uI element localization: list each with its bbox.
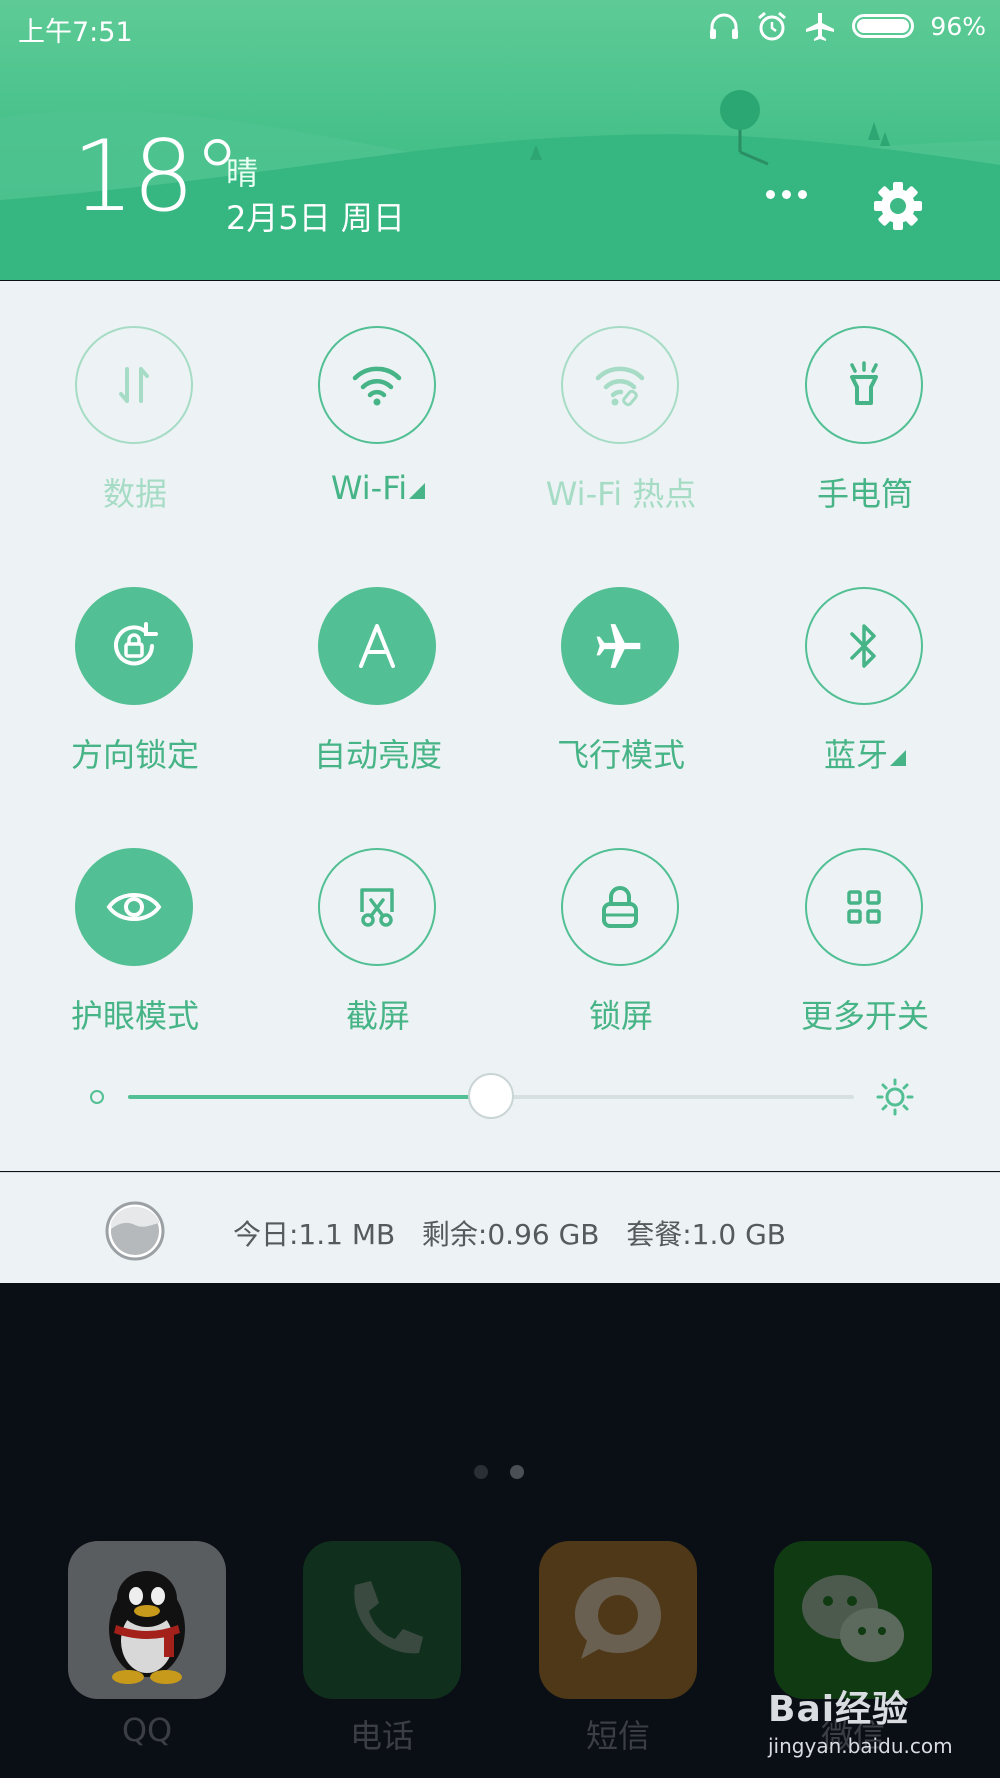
toggle-lock-screen[interactable]: 锁屏: [531, 848, 711, 1048]
toggle-circle: [805, 326, 923, 444]
toggle-label: 更多开关: [800, 997, 929, 1035]
page-dot: [474, 1465, 488, 1479]
watermark-url: jingyan.baidu.com: [768, 1734, 953, 1758]
toggle-label: Wi-Fi: [268, 469, 488, 507]
page-indicator: [474, 1465, 524, 1479]
dock-app-phone[interactable]: [303, 1541, 461, 1699]
grid-icon: [847, 890, 881, 924]
screenshot-icon: [360, 888, 394, 927]
toggle-label: 护眼模式: [70, 997, 199, 1035]
toggle-circle: [561, 587, 679, 705]
toggle-more-switches[interactable]: 更多开关: [775, 848, 955, 1048]
brightness-slider[interactable]: [0, 1073, 1000, 1127]
battery-icon: [852, 14, 915, 38]
bluetooth-icon: [850, 624, 876, 668]
bluetooth-label: 蓝牙: [823, 736, 888, 774]
airplane-mode-icon: [806, 13, 835, 41]
status-time: 上午7:51: [18, 17, 133, 48]
data-usage-gauge-icon: [105, 1201, 165, 1261]
expand-triangle-icon: [890, 750, 906, 766]
toggle-circle: [75, 326, 193, 444]
toggle-circle: [75, 848, 193, 966]
hotspot-icon: [595, 366, 645, 407]
toggle-label: 锁屏: [588, 997, 653, 1035]
notification-header: 上午7:51 96% 18° 晴 2月5日 周日: [0, 0, 1000, 280]
toggle-rotation-lock[interactable]: 方向锁定: [45, 587, 225, 787]
toggle-circle: [318, 326, 436, 444]
dock-label: 短信: [585, 1717, 650, 1755]
status-icons: 96%: [708, 10, 986, 42]
toggle-circle: [318, 587, 436, 705]
alarm-icon: [758, 11, 787, 41]
dock-label: QQ: [121, 1711, 173, 1749]
mobile-data-icon: [119, 367, 149, 403]
expand-triangle-icon: [409, 483, 426, 499]
gear-icon[interactable]: [872, 180, 924, 232]
toggle-hotspot[interactable]: Wi-Fi 热点: [531, 326, 711, 526]
slider-thumb[interactable]: [468, 1073, 514, 1119]
toggle-eye-care[interactable]: 护眼模式: [45, 848, 225, 1048]
baidu-jingyan-watermark: Bai经验 jingyan.baidu.com: [768, 1680, 953, 1758]
rotation-lock-icon: [114, 622, 158, 666]
page-dot-active: [510, 1465, 524, 1479]
watermark-brand: Bai经验: [768, 1689, 910, 1730]
toggle-circle: [561, 848, 679, 966]
home-screen-background: QQ 电话 短信 微信 Bai经验 jingyan.baidu.com: [0, 1283, 1000, 1778]
phone-icon: [354, 1581, 423, 1654]
data-usage-text: 今日:1.1 MB 剩余:0.96 GB 套餐:1.0 GB: [233, 1218, 786, 1251]
slider-track[interactable]: [128, 1073, 854, 1119]
lock-icon: [602, 886, 638, 928]
airplane-icon: [596, 624, 641, 668]
wifi-label: Wi-Fi: [330, 469, 408, 507]
toggle-circle: [561, 326, 679, 444]
brightness-high-icon: [876, 1078, 914, 1116]
date-label: 2月5日 周日: [226, 199, 405, 237]
battery-percent: 96%: [930, 11, 986, 41]
brightness-low-icon: [90, 1090, 104, 1104]
toggle-wifi[interactable]: Wi-Fi: [288, 326, 468, 526]
toggle-circle: [318, 848, 436, 966]
toggle-label: 截屏: [345, 997, 410, 1035]
dock-app-messages[interactable]: [539, 1541, 697, 1699]
auto-brightness-icon: [359, 624, 395, 668]
dock-app-qq[interactable]: [68, 1541, 226, 1699]
slider-fill: [128, 1095, 491, 1099]
weather-condition: 晴: [226, 154, 259, 192]
toggle-circle: [805, 587, 923, 705]
toggle-label: 数据: [102, 475, 167, 513]
toggle-airplane-mode[interactable]: 飞行模式: [531, 587, 711, 787]
message-icon: [575, 1577, 661, 1659]
toggle-auto-brightness[interactable]: 自动亮度: [288, 587, 468, 787]
weather-temperature[interactable]: 18°: [72, 128, 242, 226]
dock-label: 电话: [349, 1717, 414, 1755]
more-dots-icon[interactable]: [766, 190, 807, 199]
toggle-circle: [805, 848, 923, 966]
wechat-icon: [802, 1575, 904, 1662]
wifi-icon: [352, 366, 402, 406]
eye-icon: [106, 893, 162, 921]
toggle-label: 方向锁定: [70, 736, 199, 774]
qq-penguin-icon: [109, 1571, 185, 1684]
toggle-label: 飞行模式: [556, 736, 685, 774]
toggle-bluetooth[interactable]: 蓝牙: [775, 587, 955, 787]
quick-settings-panel: 数据 Wi-Fi Wi-Fi 热点 手电筒 方向锁定 自动亮度 飞行模式 蓝牙 …: [0, 281, 1000, 1171]
toggle-label: Wi-Fi 热点: [545, 475, 697, 513]
flashlight-icon: [850, 361, 878, 405]
toggle-label: 蓝牙: [755, 730, 975, 776]
headset-icon: [710, 13, 739, 39]
toggle-screenshot[interactable]: 截屏: [288, 848, 468, 1048]
dock-app-wechat[interactable]: [774, 1541, 932, 1699]
toggle-label: 自动亮度: [313, 736, 442, 774]
toggle-circle: [75, 587, 193, 705]
data-usage-row[interactable]: 今日:1.1 MB 剩余:0.96 GB 套餐:1.0 GB: [0, 1173, 1000, 1283]
toggle-mobile-data[interactable]: 数据: [45, 326, 225, 526]
toggle-label: 手电筒: [816, 475, 913, 513]
toggle-flashlight[interactable]: 手电筒: [775, 326, 955, 526]
